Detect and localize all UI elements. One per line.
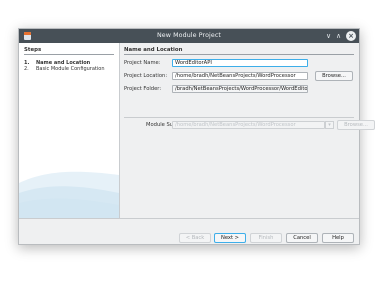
help-button[interactable]: Help	[322, 233, 354, 243]
project-name-input[interactable]: WordEditorAPI	[172, 59, 308, 67]
panel-title: Name and Location	[124, 47, 183, 53]
steps-pane: Steps 1. Name and Location 2. Basic Module…	[19, 43, 120, 218]
footer-divider	[19, 218, 359, 219]
maximize-button[interactable]: ∧	[336, 31, 341, 41]
name-and-location-panel: Name and Location Project Name: WordEdit…	[124, 43, 375, 218]
project-folder-label: Project Folder:	[124, 86, 162, 92]
new-module-project-dialog: New Module Project ∨ ∧ × Steps 1. Name an…	[18, 28, 375, 245]
section-divider	[124, 117, 354, 118]
next-button[interactable]: Next >	[214, 233, 246, 243]
project-location-input[interactable]: /home/bradh/NetBeansProjects/WordProcess…	[172, 72, 308, 80]
project-location-label: Project Location:	[124, 73, 168, 79]
project-location-browse-button[interactable]: Browse...	[315, 71, 353, 81]
module-suite-browse-button[interactable]: Browse...	[337, 120, 375, 130]
close-button[interactable]: ×	[346, 31, 356, 41]
dropdown-arrow-icon[interactable]: ▾	[325, 121, 334, 129]
finish-button[interactable]: Finish	[250, 233, 282, 243]
project-name-label: Project Name:	[124, 60, 161, 66]
window-title: New Module Project	[157, 32, 221, 39]
minimize-button[interactable]: ∨	[326, 31, 331, 41]
steps-decoration-graphic	[19, 171, 119, 218]
module-suite-select[interactable]: /home/bradh/NetBeansProjects/WordProcess…	[172, 121, 325, 129]
project-folder-field: /bradh/NetBeansProjects/WordProcessor/Wo…	[172, 85, 308, 93]
cancel-button[interactable]: Cancel	[286, 233, 318, 243]
back-button[interactable]: < Back	[179, 233, 211, 243]
panel-title-divider	[124, 54, 354, 55]
title-bar[interactable]: New Module Project ∨ ∧ ×	[19, 29, 359, 43]
